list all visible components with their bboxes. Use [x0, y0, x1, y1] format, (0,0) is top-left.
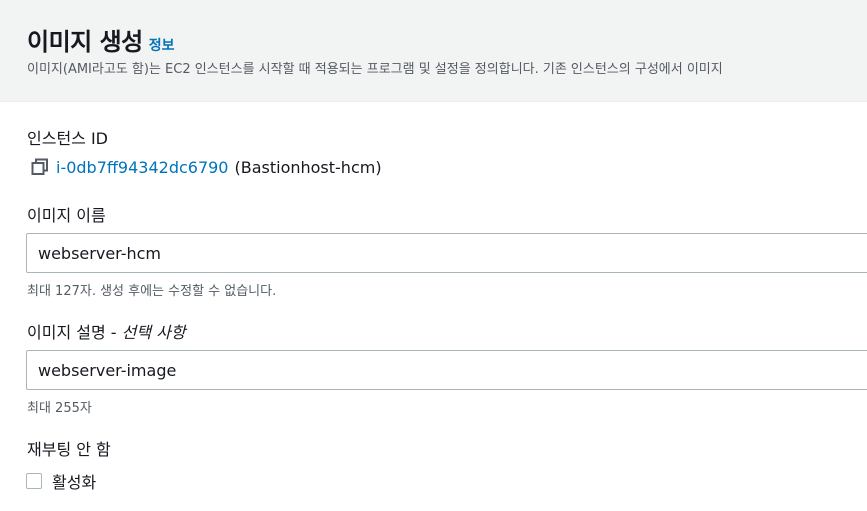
optional-label: 선택 사항	[121, 323, 186, 342]
info-link[interactable]: 정보	[149, 38, 175, 54]
instance-id-link[interactable]: i-0db7ff94342dc6790	[56, 158, 228, 177]
no-reboot-checkbox-label: 활성화	[52, 473, 97, 492]
instance-id-row: i-0db7ff94342dc6790 (Bastionhost-hcm)	[30, 157, 382, 177]
no-reboot-label: 재부팅 안 함	[27, 440, 111, 459]
image-description-label: 이미지 설명 - 선택 사항	[27, 319, 186, 343]
no-reboot-checkbox[interactable]	[26, 473, 42, 489]
copy-icon[interactable]	[30, 157, 50, 177]
page-title: 이미지 생성	[27, 28, 143, 56]
instance-id-label: 인스턴스 ID	[27, 129, 109, 148]
image-name-hint: 최대 127자. 생성 후에는 수정할 수 없습니다.	[27, 284, 277, 299]
instance-name: (Bastionhost-hcm)	[234, 157, 382, 177]
image-name-input[interactable]	[26, 233, 867, 273]
form-content: 인스턴스 ID i-0db7ff94342dc6790 (Bastionhost…	[0, 103, 867, 511]
image-description-hint: 최대 255자	[27, 401, 92, 416]
image-description-label-text: 이미지 설명 -	[27, 323, 122, 342]
header-title-row: 이미지 생성 정보	[27, 22, 175, 57]
page-header: 이미지 생성 정보 이미지(AMI라고도 함)는 EC2 인스턴스를 시작할 때 …	[0, 0, 867, 102]
no-reboot-enable-option[interactable]: 활성화	[26, 469, 96, 493]
image-description-input[interactable]	[26, 350, 867, 390]
image-name-label: 이미지 이름	[27, 206, 106, 225]
page-description: 이미지(AMI라고도 함)는 EC2 인스턴스를 시작할 때 적용되는 프로그램…	[27, 62, 723, 77]
